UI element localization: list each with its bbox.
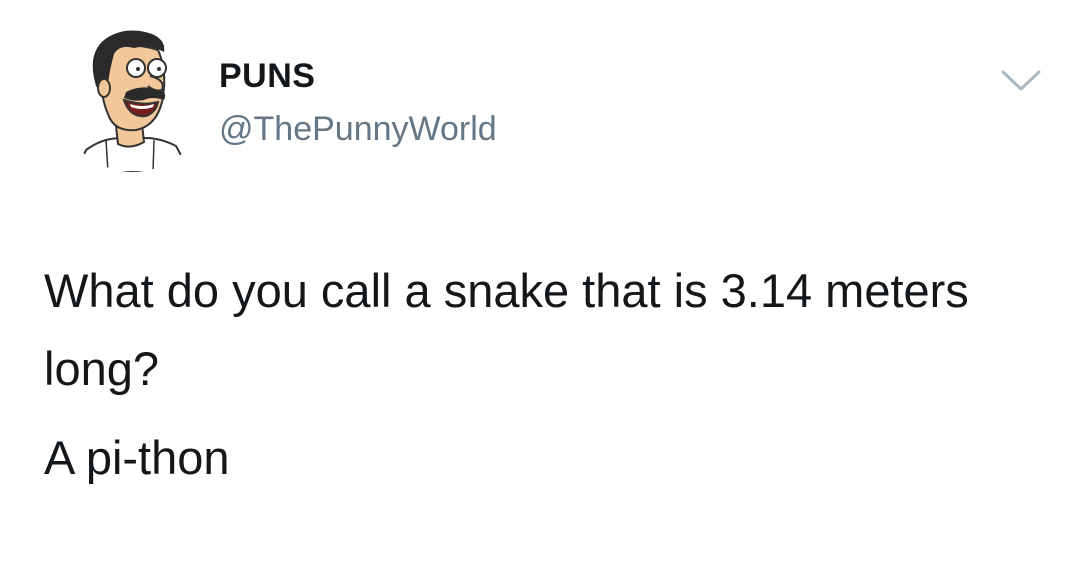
tweet-answer: A pi-thon: [44, 431, 230, 484]
author-handle[interactable]: @ThePunnyWorld: [219, 109, 497, 149]
tweet-menu-button[interactable]: [1000, 68, 1042, 94]
chevron-down-icon: [1001, 70, 1041, 91]
profile-avatar[interactable]: [58, 22, 208, 172]
tweet-text: What do you call a snake that is 3.14 me…: [44, 252, 1044, 497]
tweet-question: What do you call a snake that is 3.14 me…: [44, 264, 969, 395]
cartoon-character-avatar-icon: [74, 30, 192, 172]
tweet-card: PUNS @ThePunnyWorld What do you call a s…: [0, 0, 1080, 564]
author-display-name[interactable]: PUNS: [219, 56, 315, 96]
